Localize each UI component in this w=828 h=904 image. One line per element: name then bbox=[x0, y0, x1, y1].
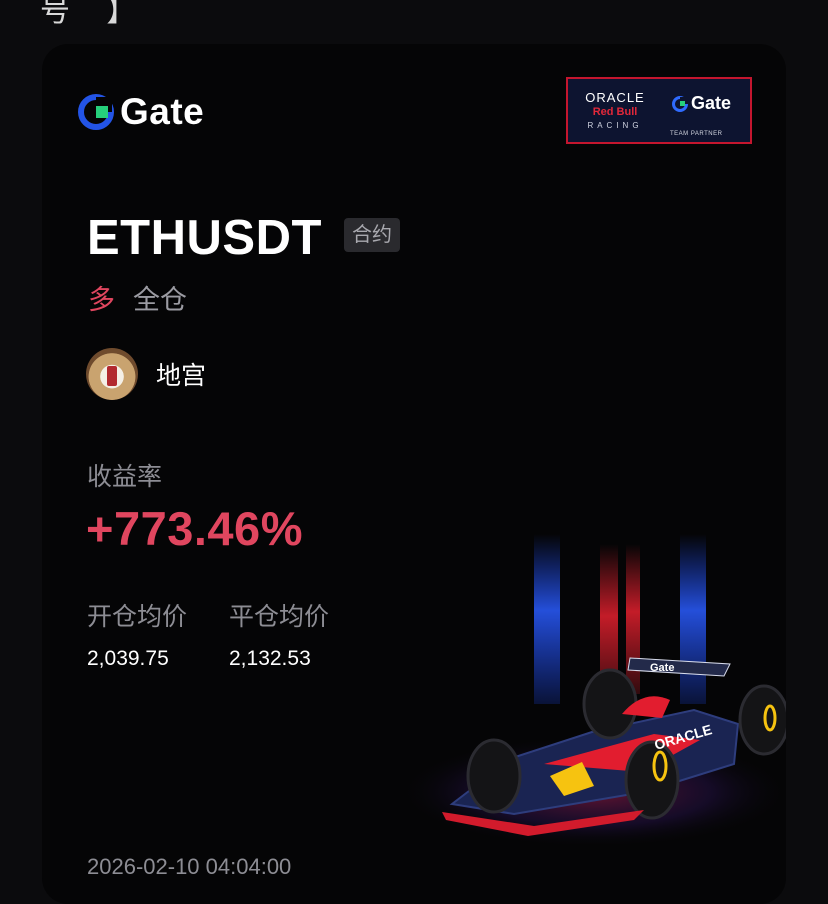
gate-logo-text: Gate bbox=[120, 91, 205, 132]
partner-gate-icon bbox=[672, 95, 688, 112]
margin-mode-label: 全仓 bbox=[133, 285, 187, 315]
open-price-block: 开仓均价 2,039.75 bbox=[87, 597, 187, 671]
red-light-beam bbox=[626, 544, 640, 694]
partner-redbull-text: Red Bull bbox=[592, 106, 638, 118]
gate-logo: Gate bbox=[78, 91, 205, 132]
position-side-row: 多 全仓 bbox=[88, 278, 187, 317]
trading-pair-symbol: ETHUSDT bbox=[87, 211, 322, 265]
redbull-racing-logo: ORACLE Red Bull RACING bbox=[568, 79, 662, 142]
top-bar-partial-title: 号 】 bbox=[40, 0, 151, 28]
team-partner-text: TEAM PARTNER bbox=[670, 131, 723, 137]
blue-light-beam bbox=[534, 534, 560, 704]
pnl-rate-value: +773.46% bbox=[86, 502, 303, 555]
partner-gate-logo: Gate TEAM PARTNER bbox=[662, 79, 750, 142]
gate-logo-icon bbox=[78, 94, 114, 130]
rear-wing-gate-text: Gate bbox=[650, 662, 674, 674]
rear-left-wheel bbox=[582, 668, 638, 740]
timestamp: 2026-02-10 04:04:00 bbox=[87, 854, 292, 879]
front-right-wheel bbox=[624, 740, 680, 820]
open-price-label: 开仓均价 bbox=[87, 603, 188, 631]
contract-tag: 合约 bbox=[344, 218, 400, 252]
share-card: Gate ORACLE Red Bull RACING Gate TEAM PA… bbox=[42, 44, 786, 904]
blue-light-beam bbox=[680, 534, 706, 704]
close-price-label: 平仓均价 bbox=[229, 603, 330, 631]
user-row: 地宫 bbox=[86, 348, 206, 400]
front-left-wheel bbox=[466, 738, 522, 814]
rear-right-wheel bbox=[738, 684, 786, 756]
avatar bbox=[86, 348, 138, 400]
partner-racing-text: RACING bbox=[587, 121, 643, 130]
username: 地宫 bbox=[156, 362, 207, 390]
top-bar: 号 】 bbox=[0, 0, 828, 40]
partner-badge: ORACLE Red Bull RACING Gate TEAM PARTNER bbox=[566, 77, 752, 144]
position-side-label: 多 bbox=[88, 285, 115, 315]
close-price-block: 平仓均价 2,132.53 bbox=[229, 597, 329, 671]
partner-gate-text: Gate bbox=[691, 93, 732, 113]
partner-oracle-text: ORACLE bbox=[585, 90, 645, 105]
f1-racing-car-illustration: Gate ORACLE bbox=[398, 534, 786, 844]
open-price-value: 2,039.75 bbox=[87, 647, 169, 670]
close-price-value: 2,132.53 bbox=[229, 647, 311, 670]
car-rear-wing bbox=[627, 657, 731, 677]
pnl-rate-label: 收益率 bbox=[87, 463, 163, 491]
